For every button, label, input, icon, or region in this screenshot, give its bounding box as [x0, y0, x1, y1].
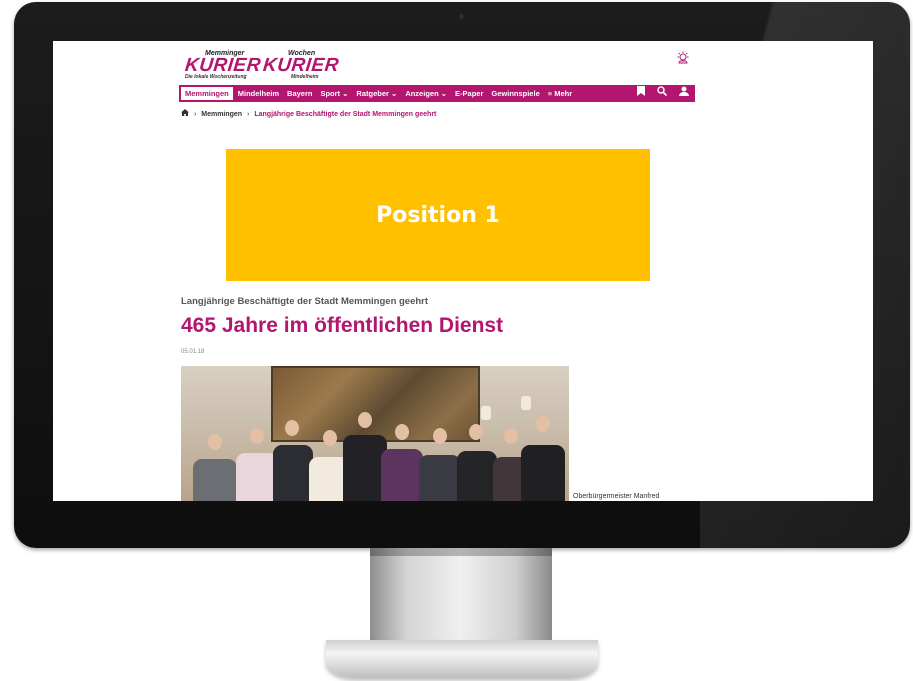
search-icon[interactable]: [657, 85, 668, 102]
site-logo[interactable]: Memminger Wochen KURIER KURIER Die lokal…: [183, 50, 343, 80]
photo-person: [457, 451, 497, 501]
photo-person: [419, 455, 461, 501]
photo-tapestry: [271, 366, 480, 442]
photo-person-head: [504, 428, 518, 444]
photo-person-head: [285, 420, 299, 436]
photo-person: [381, 449, 423, 501]
nav-item-anzeigen[interactable]: Anzeigen ⌄: [401, 85, 451, 102]
photo-person-head: [208, 434, 222, 450]
photo-person-head: [469, 424, 483, 440]
nav-item-ratgeber[interactable]: Ratgeber ⌄: [352, 85, 401, 102]
stand-shadow: [370, 548, 552, 556]
nav-item-sport[interactable]: Sport ⌄: [316, 85, 352, 102]
photo-caption: Oberbürgermeister Manfred: [573, 493, 660, 500]
nav-item-mehr[interactable]: ≡ Mehr: [544, 85, 576, 102]
article-date: 05.01.18: [181, 349, 205, 355]
photo-person-head: [536, 416, 550, 432]
monitor-stand: [370, 548, 552, 648]
nav-icon-group: [637, 85, 695, 102]
breadcrumb-separator: ›: [193, 111, 197, 118]
nav-item-epaper[interactable]: E-Paper: [451, 85, 487, 102]
screen: Memminger Wochen KURIER KURIER Die lokal…: [53, 41, 873, 501]
breadcrumb-section[interactable]: Memmingen: [201, 111, 242, 118]
nav-item-bayern[interactable]: Bayern: [283, 85, 316, 102]
bookmark-icon[interactable]: [637, 85, 645, 102]
article-photo[interactable]: [181, 366, 569, 501]
home-icon[interactable]: [181, 109, 189, 118]
photo-person-head: [433, 428, 447, 444]
photo-person: [193, 459, 237, 501]
photo-person: [236, 453, 278, 501]
ad-placeholder[interactable]: Position 1: [226, 149, 650, 281]
article-headline: 465 Jahre im öffentlichen Dienst: [181, 314, 504, 337]
nav-item-memmingen[interactable]: Memmingen: [180, 86, 234, 101]
photo-person-head: [358, 412, 372, 428]
nav-item-mindelheim[interactable]: Mindelheim: [234, 85, 283, 102]
breadcrumb-separator: ›: [247, 111, 250, 118]
monitor-base: [326, 640, 598, 678]
photo-person: [273, 445, 313, 501]
breadcrumb-current: Langjährige Beschäftigte der Stadt Memmi…: [254, 111, 437, 118]
ad-label: Position 1: [376, 202, 500, 228]
weather-sun-cloud-icon[interactable]: [676, 51, 690, 65]
photo-person-head: [250, 428, 264, 444]
user-icon[interactable]: [679, 85, 689, 102]
nav-item-gewinnspiele[interactable]: Gewinnspiele: [487, 85, 543, 102]
logo-tagline: Die lokale Wochenzeitung: [185, 74, 247, 80]
photo-person-head: [395, 424, 409, 440]
article-kicker: Langjährige Beschäftigte der Stadt Memmi…: [181, 296, 429, 307]
main-navigation: Memmingen Mindelheim Bayern Sport ⌄ Ratg…: [179, 85, 695, 102]
logo-mindelheim: Mindelheim: [291, 74, 319, 80]
breadcrumb: › Memmingen › Langjährige Beschäftigte d…: [181, 109, 436, 118]
photo-wall-lamp: [481, 406, 491, 420]
photo-person-head: [323, 430, 337, 446]
photo-person: [521, 445, 565, 501]
camera-icon: [459, 14, 464, 19]
photo-wall-lamp: [521, 396, 531, 410]
